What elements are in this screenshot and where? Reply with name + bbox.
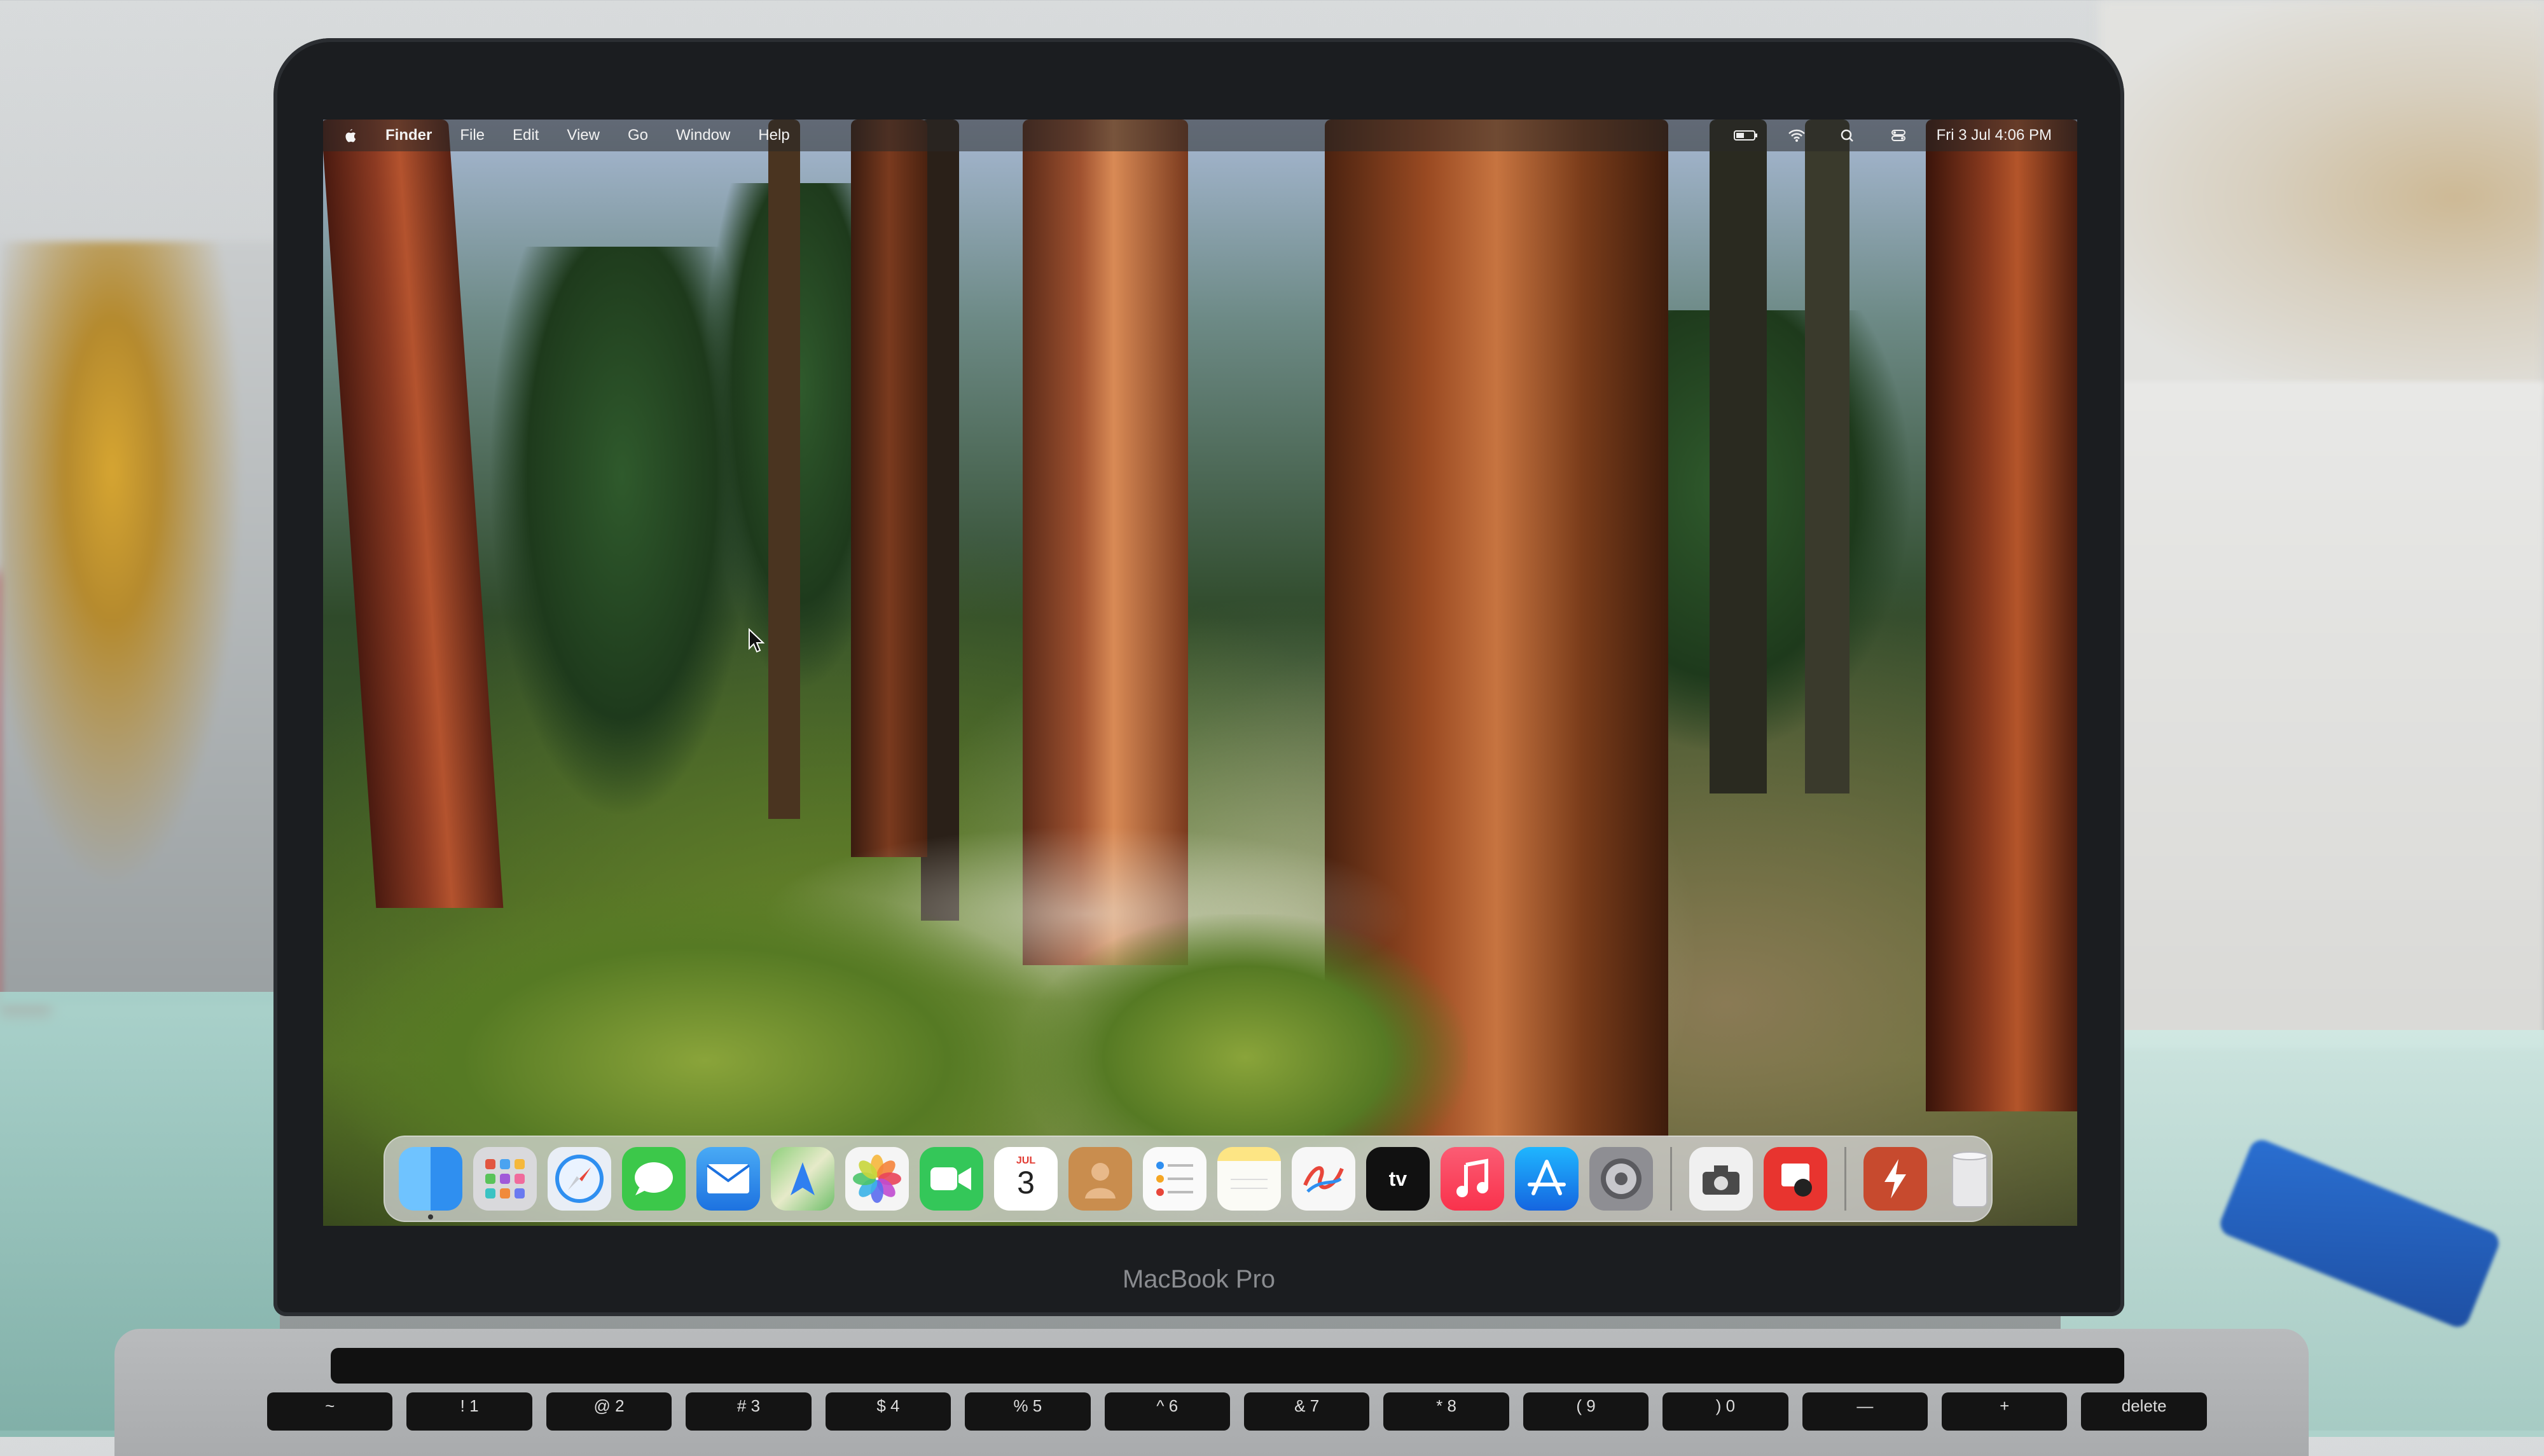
macos-screen: Finder File Edit View Go Window Help Fri…: [323, 120, 2077, 1226]
photo-booth-camera-icon: [1781, 1164, 1812, 1197]
checklist-icon: [1156, 1162, 1193, 1196]
key-2[interactable]: @ 2: [546, 1392, 672, 1431]
envelope-icon: [706, 1164, 750, 1193]
notes-app-icon[interactable]: [1217, 1147, 1281, 1211]
finder-app-icon[interactable]: [399, 1147, 462, 1219]
camera-icon: [1703, 1165, 1739, 1195]
dock-separator: [1844, 1147, 1846, 1211]
key-5[interactable]: % 5: [965, 1392, 1091, 1431]
scribble-icon: [1303, 1166, 1344, 1193]
sequoia-trunk: [851, 120, 927, 857]
notepad-icon: [1231, 1179, 1268, 1189]
safari-app-icon[interactable]: [548, 1147, 611, 1211]
key-8[interactable]: * 8: [1383, 1392, 1509, 1431]
key-3[interactable]: # 3: [686, 1392, 812, 1431]
keyboard-number-row: ~ ! 1 @ 2 # 3 $ 4 % 5 ^ 6 & 7 * 8 ( 9 ) …: [267, 1392, 2207, 1431]
trash-icon[interactable]: [1938, 1147, 2001, 1211]
key-delete[interactable]: delete: [2081, 1392, 2207, 1431]
screenshot-utility-icon[interactable]: [1689, 1147, 1753, 1211]
menu-view[interactable]: View: [567, 127, 600, 144]
messages-app-icon[interactable]: [622, 1147, 686, 1211]
reminders-app-icon[interactable]: [1143, 1147, 1206, 1211]
menu-help[interactable]: Help: [758, 127, 789, 144]
apple-icon[interactable]: [342, 127, 357, 144]
photos-app-icon[interactable]: [845, 1147, 909, 1211]
menu-file[interactable]: File: [460, 127, 485, 144]
grid-icon: [485, 1159, 525, 1198]
system-settings-app-icon[interactable]: [1589, 1147, 1653, 1211]
launchpad-app-icon[interactable]: [473, 1147, 537, 1211]
calendar-day-label: 3: [1017, 1165, 1035, 1200]
wifi-icon[interactable]: [1784, 128, 1809, 143]
tv-app-label: tv: [1388, 1167, 1407, 1190]
maps-app-icon[interactable]: [771, 1147, 834, 1211]
power-utility-icon[interactable]: [1863, 1147, 1927, 1211]
dock-separator: [1670, 1147, 1672, 1211]
battery-icon[interactable]: [1733, 128, 1759, 143]
app-store-app-icon[interactable]: [1515, 1147, 1579, 1211]
tree-trunk: [1805, 120, 1849, 793]
gear-icon: [1601, 1158, 1642, 1199]
menu-bar-clock[interactable]: Fri 3 Jul 4:06 PM: [1937, 127, 2052, 144]
menu-finder[interactable]: Finder: [385, 127, 432, 144]
compass-icon: [555, 1155, 604, 1203]
key-6[interactable]: ^ 6: [1104, 1392, 1230, 1431]
music-note-icon: [1456, 1158, 1488, 1197]
key-tilde[interactable]: ~: [267, 1392, 393, 1431]
key-0[interactable]: ) 0: [1663, 1392, 1788, 1431]
photo-booth-icon[interactable]: [1764, 1147, 1827, 1211]
mail-app-icon[interactable]: [696, 1147, 760, 1211]
menu-bar: Finder File Edit View Go Window Help Fri…: [323, 120, 2077, 151]
speech-bubble-icon: [635, 1162, 673, 1195]
facetime-app-icon[interactable]: [920, 1147, 983, 1211]
dock: JUL 3 tv: [384, 1136, 1993, 1222]
tv-app-icon[interactable]: tv: [1366, 1147, 1430, 1211]
key-9[interactable]: ( 9: [1523, 1392, 1649, 1431]
key-plus[interactable]: +: [1942, 1392, 2068, 1431]
spotlight-search-icon[interactable]: [1835, 128, 1860, 143]
tree-trunk: [1710, 120, 1767, 793]
menu-window[interactable]: Window: [676, 127, 730, 144]
menu-edit[interactable]: Edit: [513, 127, 539, 144]
person-icon: [1085, 1163, 1116, 1198]
background-counter-right: [2112, 381, 2544, 1049]
pinwheel-icon: [853, 1155, 901, 1203]
mouse-pointer-icon: [749, 628, 764, 653]
tree-trunk: [768, 120, 800, 819]
trash-bin-icon: [1952, 1151, 1988, 1207]
freeform-app-icon[interactable]: [1292, 1147, 1355, 1211]
sequoia-trunk: [1926, 120, 2077, 1111]
control-center-icon[interactable]: [1886, 128, 1911, 143]
location-arrow-icon: [791, 1162, 815, 1195]
calendar-app-icon[interactable]: JUL 3: [994, 1147, 1058, 1211]
pine-tree: [488, 247, 756, 819]
key-4[interactable]: $ 4: [825, 1392, 951, 1431]
contacts-app-icon[interactable]: [1068, 1147, 1132, 1211]
background-store-left: [0, 242, 280, 1005]
touch-bar[interactable]: [331, 1348, 2124, 1384]
background-store-top-right: [2099, 0, 2544, 394]
lightning-bolt-icon: [1884, 1159, 1906, 1198]
running-indicator: [428, 1214, 433, 1219]
video-camera-icon: [930, 1167, 971, 1190]
menu-go[interactable]: Go: [628, 127, 648, 144]
key-1[interactable]: ! 1: [406, 1392, 532, 1431]
key-minus[interactable]: —: [1802, 1392, 1928, 1431]
macbook-pro-label: MacBook Pro: [1122, 1265, 1276, 1293]
music-app-icon[interactable]: [1441, 1147, 1504, 1211]
app-store-a-icon: [1528, 1160, 1566, 1195]
key-7[interactable]: & 7: [1243, 1392, 1370, 1431]
